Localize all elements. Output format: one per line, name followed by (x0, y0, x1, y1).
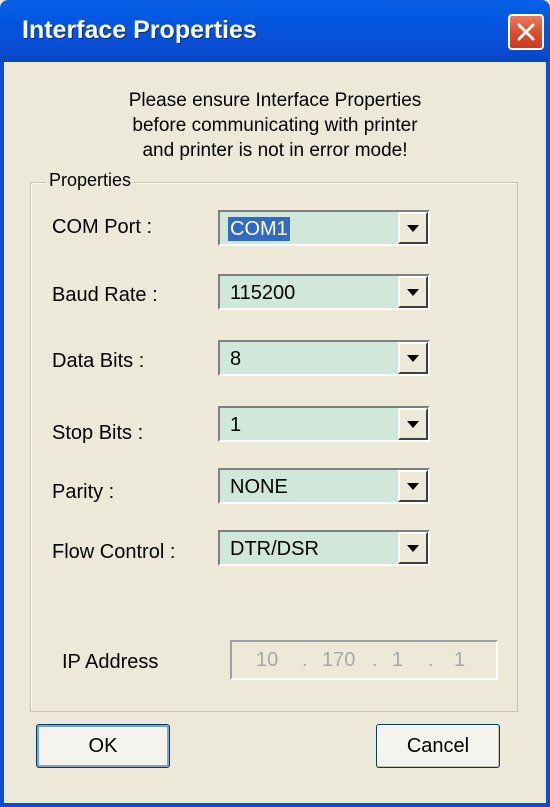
data-bits-dropdown-button[interactable] (398, 342, 428, 374)
chevron-down-icon (407, 545, 419, 552)
ip-octet-2: 170 (322, 649, 356, 671)
flow-control-label: Flow Control : (52, 541, 176, 563)
stop-bits-dropdown-button[interactable] (398, 408, 428, 440)
properties-groupbox (30, 182, 518, 712)
chevron-down-icon (407, 421, 419, 428)
stop-bits-value: 1 (230, 414, 242, 436)
chevron-down-icon (407, 225, 419, 232)
window-border-bottom (0, 803, 550, 807)
com-port-label: COM Port : (52, 216, 153, 238)
chevron-down-icon (407, 355, 419, 362)
chevron-down-icon (407, 289, 419, 296)
dialog-window: Interface Properties Please ensure Inter… (0, 0, 550, 807)
parity-label: Parity : (52, 481, 115, 503)
com-port-dropdown-button[interactable] (398, 212, 428, 244)
notice-text: Please ensure Interface Properties befor… (40, 88, 510, 163)
parity-select[interactable]: NONE (218, 468, 430, 504)
ip-dot: . (372, 649, 378, 671)
ip-octet-1: 10 (256, 649, 279, 671)
cancel-button[interactable]: Cancel (376, 724, 500, 768)
stop-bits-label: Stop Bits : (52, 422, 144, 444)
flow-control-select[interactable]: DTR/DSR (218, 530, 430, 566)
com-port-select[interactable]: COM1 (218, 210, 430, 246)
notice-line: before communicating with printer (132, 115, 418, 136)
window-border-right (546, 62, 550, 807)
ip-dot: . (428, 649, 434, 671)
data-bits-value: 8 (230, 348, 242, 370)
baud-rate-label: Baud Rate : (52, 284, 158, 306)
baud-rate-select[interactable]: 115200 (218, 274, 430, 310)
baud-rate-value: 115200 (230, 282, 296, 304)
window-title: Interface Properties (22, 16, 257, 44)
baud-rate-dropdown-button[interactable] (398, 276, 428, 308)
window-border-left (0, 62, 4, 807)
ok-button[interactable]: OK (36, 724, 170, 768)
flow-control-value: DTR/DSR (230, 538, 319, 560)
title-bar[interactable]: Interface Properties (0, 0, 550, 62)
flow-control-dropdown-button[interactable] (398, 532, 428, 564)
parity-dropdown-button[interactable] (398, 470, 428, 502)
data-bits-label: Data Bits : (52, 350, 145, 372)
properties-group-label: Properties (46, 170, 135, 191)
ip-address-field: 10 . 170 . 1 . 1 (230, 640, 498, 680)
data-bits-select[interactable]: 8 (218, 340, 430, 376)
ip-octet-3: 1 (392, 649, 404, 671)
chevron-down-icon (407, 483, 419, 490)
close-icon (517, 23, 535, 41)
notice-line: Please ensure Interface Properties (128, 90, 422, 111)
stop-bits-select[interactable]: 1 (218, 406, 430, 442)
ip-dot: . (302, 649, 308, 671)
ip-octet-4: 1 (454, 649, 466, 671)
com-port-value: COM1 (228, 217, 290, 241)
close-button[interactable] (508, 14, 544, 50)
ip-address-label: IP Address (62, 651, 159, 673)
parity-value: NONE (230, 476, 288, 498)
notice-line: and printer is not in error mode! (142, 140, 408, 161)
